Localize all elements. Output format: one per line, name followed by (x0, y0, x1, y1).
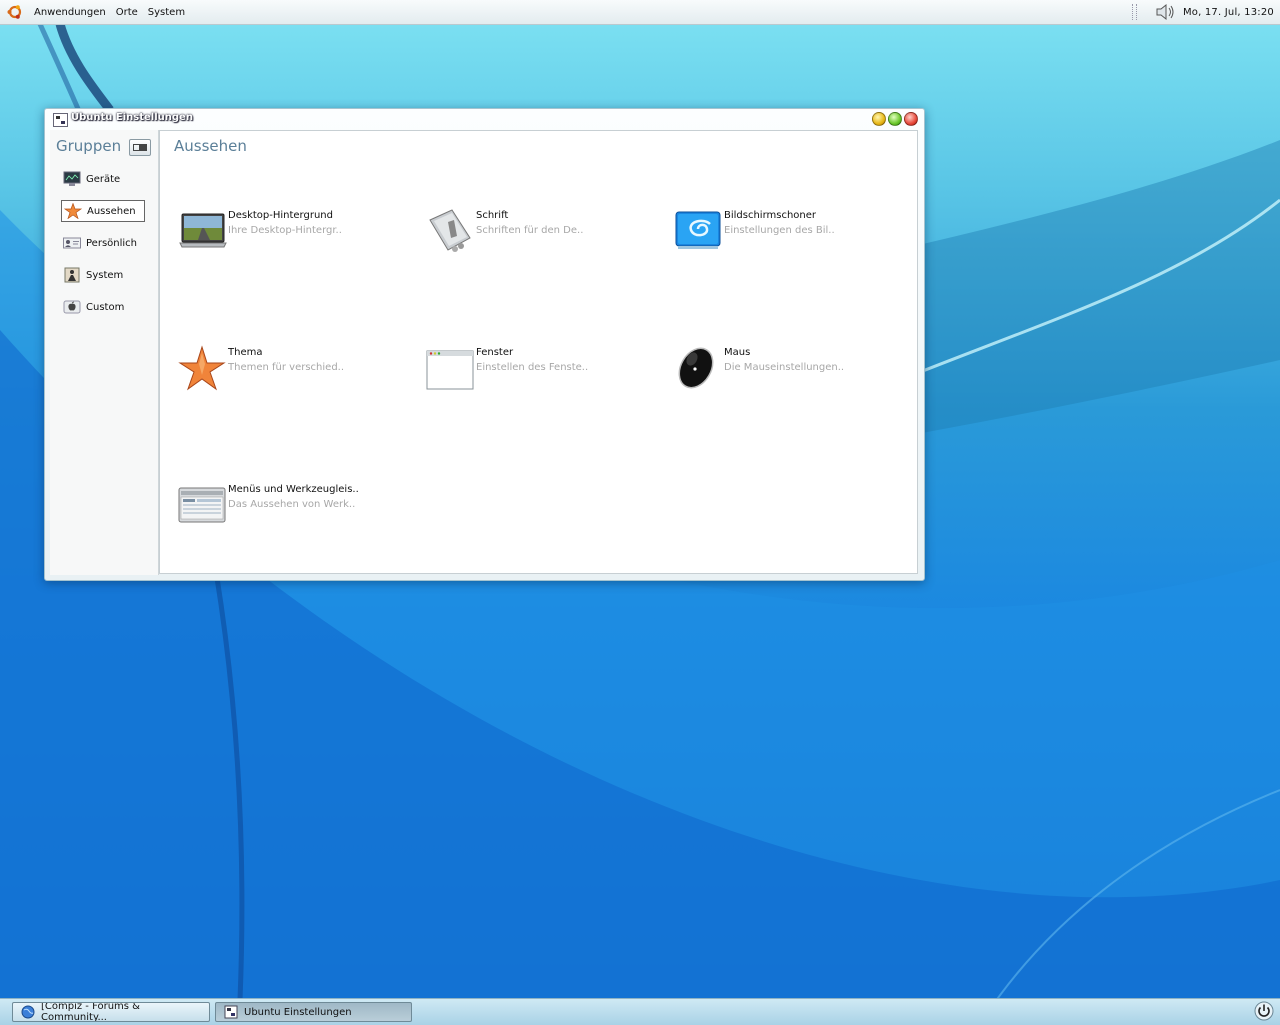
setting-menues-werkzeugleisten[interactable]: Menüs und Werkzeugleis.. Das Aussehen vo… (178, 482, 398, 542)
speaker-icon[interactable] (1155, 3, 1177, 21)
taskbar-item-label: [Compiz - Forums & Community... (41, 1002, 140, 1022)
window-title: Ubuntu Einstellungen (71, 112, 193, 123)
setting-desc: Schriften für den De.. (476, 225, 584, 236)
setting-name: Thema (228, 347, 263, 358)
top-panel: Anwendungen Orte System Mo, 17. Jul, 13:… (0, 0, 1280, 25)
sidebar-item-aussehen[interactable]: Aussehen (61, 200, 145, 222)
sidebar-item-label: Custom (86, 301, 125, 313)
taskbar-item-ubuntu-einstellungen[interactable]: Ubuntu Einstellungen (215, 1002, 412, 1022)
sidebar-item-label: Persönlich (86, 237, 137, 249)
font-icon (429, 209, 471, 252)
setting-name: Fenster (476, 347, 514, 358)
toolbar-icon (178, 487, 226, 523)
groups-sidebar: Gruppen Geräte Aussehen Persönlich Syste… (50, 130, 159, 575)
sidebar-item-label: Aussehen (87, 205, 136, 217)
panel-tray: Mo, 17. Jul, 13:20 (1131, 0, 1274, 24)
window-icon (426, 350, 474, 390)
sidebar-item-system[interactable]: System (61, 264, 145, 286)
star-icon (64, 203, 82, 219)
menu-orte[interactable]: Orte (111, 7, 143, 18)
groups-title: Gruppen (56, 137, 122, 155)
sidebar-item-custom[interactable]: Custom (61, 296, 145, 318)
panel-handle[interactable] (1131, 4, 1137, 20)
section-title: Aussehen (174, 137, 247, 155)
taskbar-item-label: Ubuntu Einstellungen (244, 1006, 352, 1018)
sidebar-item-label: Geräte (86, 173, 121, 185)
setting-thema[interactable]: Thema Themen für verschied.. (178, 345, 398, 405)
setting-desc: Ihre Desktop-Hintergr.. (228, 225, 342, 236)
settings-window: Ubuntu Einstellungen Gruppen Geräte Auss… (44, 108, 925, 581)
setting-name: Bildschirmschoner (724, 210, 817, 221)
menu-system[interactable]: System (143, 7, 190, 18)
window-menu-icon[interactable] (53, 113, 68, 127)
setting-name: Maus (724, 347, 751, 358)
setting-bildschirmschoner[interactable]: Bildschirmschoner Einstellungen des Bil.… (674, 208, 894, 268)
apple-icon (63, 300, 81, 314)
menu-anwendungen[interactable]: Anwendungen (29, 7, 111, 18)
setting-fenster[interactable]: Fenster Einstellen des Fenste.. (426, 345, 646, 405)
globe-icon (21, 1005, 35, 1019)
close-button[interactable] (904, 112, 918, 126)
person-card-icon (63, 237, 81, 249)
clock[interactable]: Mo, 17. Jul, 13:20 (1183, 7, 1274, 18)
laptop-wallpaper-icon (179, 213, 227, 248)
setting-name: Desktop-Hintergrund (228, 210, 333, 221)
mouse-icon (678, 347, 714, 389)
screensaver-icon (675, 211, 721, 249)
monitor-icon (63, 171, 81, 186)
sidebar-item-label: System (86, 269, 124, 281)
settings-content: Aussehen Desktop-Hintergrund Ihre Deskto… (159, 130, 918, 574)
setting-desc: Themen für verschied.. (228, 362, 345, 373)
power-icon[interactable] (1254, 1001, 1274, 1021)
setting-maus[interactable]: Maus Die Mauseinstellungen.. (674, 345, 894, 405)
setting-desc: Die Mauseinstellungen.. (724, 362, 845, 373)
maximize-button[interactable] (888, 112, 902, 126)
starfish-icon (178, 345, 226, 391)
setting-desc: Einstellungen des Bil.. (724, 225, 835, 236)
toggle-view-button[interactable] (129, 139, 151, 156)
setting-desc: Einstellen des Fenste.. (476, 362, 589, 373)
bottom-panel: [Compiz - Forums & Community... Ubuntu E… (0, 998, 1280, 1025)
ubuntu-logo-icon[interactable] (7, 4, 23, 20)
setting-desc: Das Aussehen von Werk.. (228, 499, 356, 510)
window-app-icon (224, 1005, 238, 1019)
taskbar-item-compiz-forums[interactable]: [Compiz - Forums & Community... (12, 1002, 210, 1022)
setting-name: Schrift (476, 210, 509, 221)
system-icon (64, 267, 80, 283)
sidebar-item-persoenlich[interactable]: Persönlich (61, 232, 145, 254)
window-titlebar[interactable]: Ubuntu Einstellungen (45, 109, 924, 129)
setting-name: Menüs und Werkzeugleis.. (228, 484, 359, 495)
sidebar-item-geraete[interactable]: Geräte (61, 168, 145, 190)
setting-desktop-hintergrund[interactable]: Desktop-Hintergrund Ihre Desktop-Hinterg… (178, 208, 398, 268)
setting-schrift[interactable]: Schrift Schriften für den De.. (426, 208, 646, 268)
minimize-button[interactable] (872, 112, 886, 126)
